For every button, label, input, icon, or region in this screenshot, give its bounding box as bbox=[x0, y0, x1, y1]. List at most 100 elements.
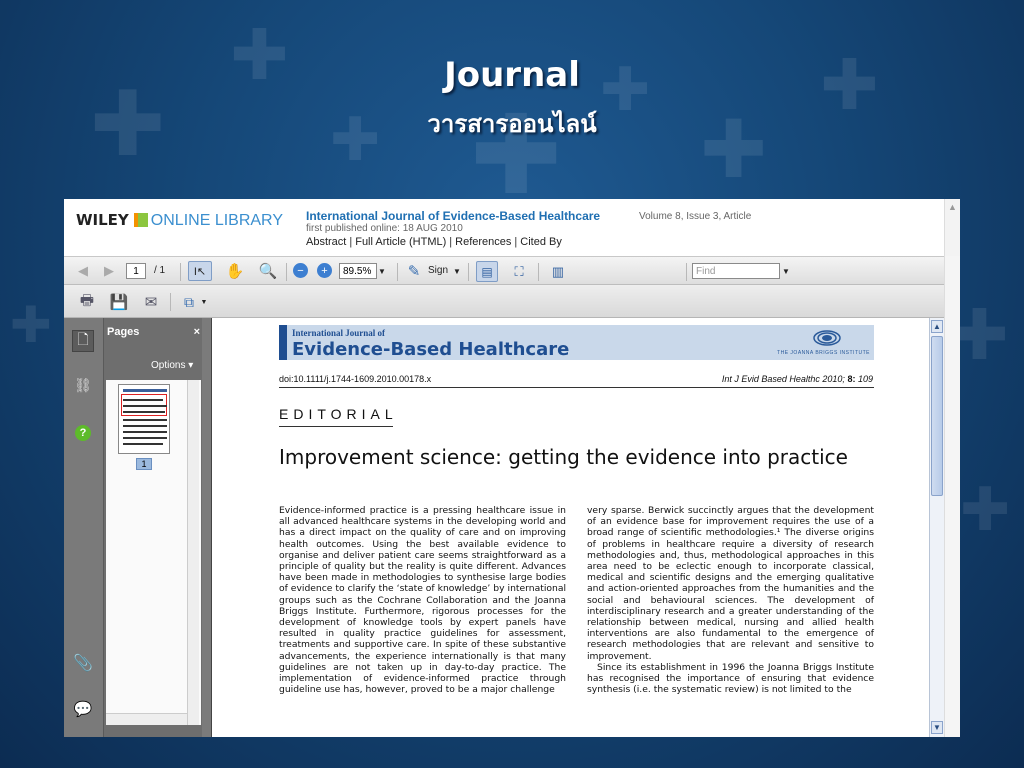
zoom-dropdown-icon[interactable]: ▼ bbox=[377, 264, 387, 278]
thumbnail-line bbox=[123, 443, 163, 445]
published-date: first published online: 18 AUG 2010 bbox=[306, 223, 463, 234]
marquee-zoom-icon[interactable]: 🔍 bbox=[257, 261, 279, 281]
section-heading: EDITORIAL bbox=[279, 406, 398, 422]
toolbar-separator bbox=[538, 263, 539, 281]
wiley-online-library-logo[interactable]: WILEY ONLINE LIBRARY bbox=[76, 211, 283, 230]
close-icon[interactable]: × bbox=[194, 326, 200, 338]
navigation-pane-strip: 🗋 ⛓ ? 📎 💬 bbox=[64, 318, 104, 737]
wiley-logo-text: WILEY bbox=[76, 211, 129, 229]
pages-panel-header: Pages × bbox=[104, 326, 204, 346]
thumbnail-page-number[interactable]: 1 bbox=[136, 458, 152, 470]
article-title: Improvement science: getting the evidenc… bbox=[279, 445, 848, 469]
select-tool-icon[interactable]: I↖ bbox=[188, 261, 212, 281]
header-scrollbar[interactable]: ▲ bbox=[944, 199, 960, 256]
cite-journal: Int J Evid Based Healthc bbox=[721, 374, 820, 384]
thumbnail-line bbox=[123, 419, 167, 421]
pages-panel-icon[interactable]: 🗋 bbox=[72, 330, 94, 352]
doi-text: doi:10.1111/j.1744-1609.2010.00178.x bbox=[279, 374, 432, 384]
article-column-left: Evidence-informed practice is a pressing… bbox=[279, 505, 566, 695]
header-rule bbox=[279, 387, 874, 388]
thumbnail-line bbox=[123, 405, 167, 407]
bookmarks-icon[interactable]: ⛓ bbox=[72, 374, 94, 396]
toolbar-separator bbox=[170, 293, 171, 311]
two-page-view-icon[interactable]: ▥ bbox=[547, 261, 569, 282]
next-page-icon[interactable]: ▶ bbox=[100, 262, 118, 280]
find-input[interactable]: Find bbox=[692, 263, 780, 279]
banner-bar bbox=[279, 325, 287, 360]
help-icon[interactable]: ? bbox=[72, 422, 94, 444]
page-number-input[interactable]: 1 bbox=[126, 263, 146, 279]
references-link[interactable]: References bbox=[455, 236, 511, 248]
full-article-link[interactable]: Full Article (HTML) bbox=[355, 236, 446, 248]
scroll-up-icon[interactable]: ▲ bbox=[931, 320, 943, 333]
print-icon[interactable]: 🖶 bbox=[76, 291, 98, 313]
email-icon[interactable]: ✉ bbox=[140, 291, 162, 313]
toolbar-separator bbox=[686, 263, 687, 281]
browser-vertical-scrollbar[interactable] bbox=[944, 256, 960, 737]
sign-dropdown-icon[interactable]: ▼ bbox=[452, 264, 462, 278]
banner-jbi-text: THE JOANNA BRIGGS INSTITUTE bbox=[777, 350, 870, 356]
cite-year: 2010; bbox=[822, 374, 845, 384]
options-label: Options bbox=[151, 360, 186, 371]
attachments-paperclip-icon[interactable]: 📎 bbox=[72, 652, 94, 674]
page-thumbnails-area: 1 bbox=[106, 380, 201, 725]
sign-menu-button[interactable]: Sign bbox=[428, 265, 448, 276]
paragraph: Evidence-informed practice is a pressing… bbox=[279, 505, 566, 696]
hand-tool-icon[interactable]: ✋ bbox=[224, 261, 246, 281]
cited-by-link[interactable]: Cited By bbox=[520, 236, 562, 248]
journal-banner: International Journal of Evidence-Based … bbox=[279, 325, 874, 360]
pdf-document-view: International Journal of Evidence-Based … bbox=[211, 318, 929, 737]
jbi-logo-icon bbox=[813, 330, 841, 346]
toolbar-separator bbox=[397, 263, 398, 281]
thumbnail-line bbox=[123, 411, 165, 413]
article-column-right: very sparse. Berwick succinctly argues t… bbox=[587, 505, 874, 695]
pdf-toolbar-navigation: ◀ ▶ 1 / 1 I↖ ✋ 🔍 − + 89.5% ▼ ✎ Sign ▼ ▤ … bbox=[64, 256, 944, 285]
cite-volume: 8: bbox=[847, 374, 856, 384]
page-thumbnail[interactable] bbox=[118, 384, 170, 454]
journal-title-link[interactable]: International Journal of Evidence-Based … bbox=[306, 209, 600, 223]
slide-title: Journal bbox=[444, 55, 580, 95]
fit-page-icon[interactable]: ⛶ bbox=[508, 261, 530, 282]
collaborate-dropdown-icon[interactable]: ▼ bbox=[200, 295, 208, 309]
zoom-in-icon[interactable]: + bbox=[317, 263, 332, 278]
thumbnail-horizontal-scrollbar[interactable] bbox=[106, 713, 187, 725]
options-menu-button[interactable]: Options ▾ bbox=[151, 360, 193, 371]
scroll-down-icon[interactable]: ▼ bbox=[931, 721, 943, 734]
save-icon[interactable]: 💾 bbox=[108, 291, 130, 313]
collaborate-icon[interactable]: ⧉ bbox=[178, 291, 200, 313]
previous-page-icon[interactable]: ◀ bbox=[74, 262, 92, 280]
online-library-text: ONLINE LIBRARY bbox=[150, 212, 283, 229]
thumbnail-line bbox=[123, 437, 167, 439]
background-plus-icon: ✚ bbox=[960, 475, 1011, 545]
find-dropdown-icon[interactable]: ▼ bbox=[781, 264, 791, 278]
slide-subtitle: วารสารออนไลน์ bbox=[427, 110, 597, 138]
thumbnail-line bbox=[123, 399, 163, 401]
banner-small-title: International Journal of bbox=[292, 328, 386, 338]
browser-screenshot: WILEY ONLINE LIBRARY International Journa… bbox=[64, 199, 960, 737]
background-plus-icon: ✚ bbox=[10, 296, 52, 354]
sign-pen-icon[interactable]: ✎ bbox=[404, 261, 424, 281]
comments-icon[interactable]: 💬 bbox=[72, 698, 94, 720]
thumbnail-vertical-scrollbar[interactable] bbox=[187, 380, 199, 725]
abstract-link[interactable]: Abstract bbox=[306, 236, 346, 248]
cite-page: 109 bbox=[857, 374, 873, 384]
pages-panel: Pages × Options ▾ 1 bbox=[104, 318, 211, 737]
scrollbar-thumb[interactable] bbox=[931, 336, 943, 496]
citation-text: Int J Evid Based Healthc 2010; 8: 109 bbox=[722, 374, 873, 384]
toolbar-separator bbox=[468, 263, 469, 281]
panel-splitter[interactable] bbox=[202, 318, 211, 737]
fit-width-icon[interactable]: ▤ bbox=[476, 261, 498, 282]
zoom-level-select[interactable]: 89.5% bbox=[339, 263, 377, 279]
article-links: Abstract | Full Article (HTML) | References |… bbox=[306, 236, 562, 248]
wiley-header: WILEY ONLINE LIBRARY International Journa… bbox=[64, 199, 944, 256]
zoom-out-icon[interactable]: − bbox=[293, 263, 308, 278]
book-icon bbox=[133, 213, 148, 227]
toolbar-separator bbox=[180, 263, 181, 281]
document-vertical-scrollbar[interactable]: ▲ ▼ bbox=[929, 318, 944, 737]
toolbar-separator bbox=[286, 263, 287, 281]
thumbnail-line bbox=[123, 389, 167, 392]
thumbnail-line bbox=[123, 431, 167, 433]
scroll-up-icon[interactable]: ▲ bbox=[948, 202, 957, 212]
volume-info: Volume 8, Issue 3, Article bbox=[639, 211, 752, 222]
banner-journal-name: Evidence-Based Healthcare bbox=[292, 339, 570, 360]
